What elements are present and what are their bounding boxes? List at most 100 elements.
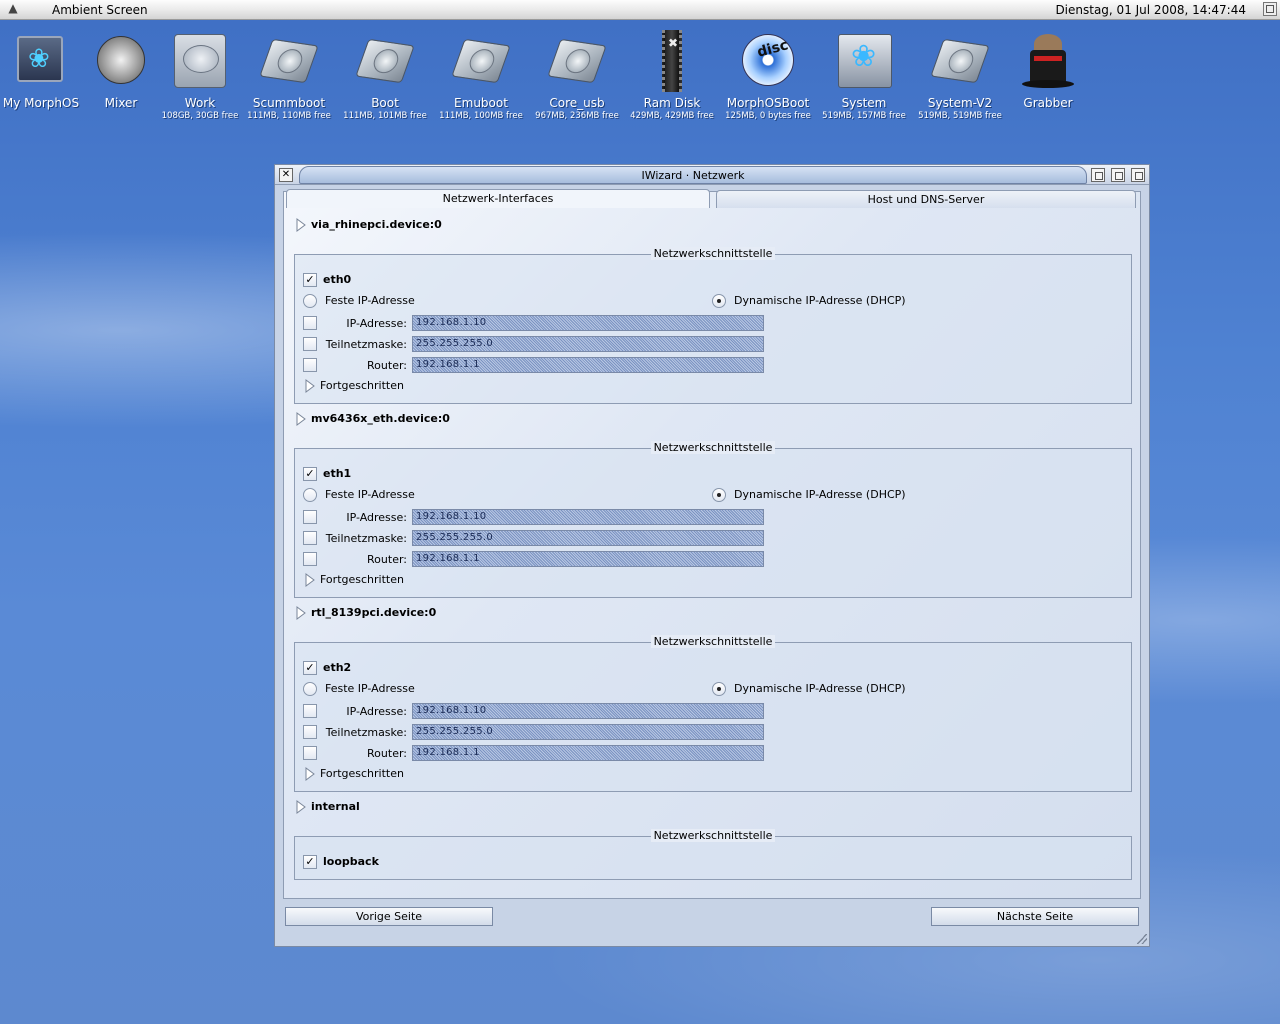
mask-label: Teilnetzmaske: xyxy=(325,338,407,351)
previous-page-button[interactable]: Vorige Seite xyxy=(285,907,493,926)
desktop-icon-grabber[interactable]: Grabber xyxy=(1000,28,1096,111)
expand-triangle-icon xyxy=(305,767,315,781)
screen-titlebar: ▲ Ambient Screen Dienstag, 01 Jul 2008, … xyxy=(0,0,1280,20)
top-hat-icon xyxy=(1022,50,1074,88)
iface-name: eth0 xyxy=(323,273,352,286)
ip-label: IP-Adresse: xyxy=(346,705,407,718)
expand-triangle-icon xyxy=(305,573,315,587)
ip-label: IP-Adresse: xyxy=(346,317,407,330)
static-ip-radio[interactable] xyxy=(303,294,317,308)
group-title: Netzwerkschnittstelle xyxy=(650,441,776,454)
drive-icon xyxy=(451,38,511,84)
window-content: Netzwerk-Interfaces Host und DNS-Server … xyxy=(283,189,1141,899)
dhcp-label: Dynamische IP-Adresse (DHCP) xyxy=(734,294,906,307)
computer-icon xyxy=(17,36,63,82)
desktop-icon-emuboot[interactable]: Emuboot 111MB, 100MB free xyxy=(433,28,529,122)
expand-triangle-icon[interactable] xyxy=(296,218,306,232)
iface-name: eth1 xyxy=(323,467,352,480)
ip-address-field[interactable]: 192.168.1.10 xyxy=(412,315,764,331)
desktop-icon-boot[interactable]: Boot 111MB, 101MB free xyxy=(337,28,433,122)
desktop-icon-core-usb[interactable]: Core_usb 967MB, 236MB free xyxy=(529,28,625,122)
expand-triangle-icon[interactable] xyxy=(296,412,306,426)
device-row-via-rhinepci[interactable]: via_rhinepci.device:0 xyxy=(296,218,442,232)
group-title: Netzwerkschnittstelle xyxy=(650,829,776,842)
window-iconify-button[interactable] xyxy=(1091,168,1105,182)
router-label: Router: xyxy=(367,747,407,760)
netmask-field[interactable]: 255.255.255.0 xyxy=(412,724,764,740)
harddisk-icon xyxy=(174,34,226,88)
device-row-rtl-8139pci[interactable]: rtl_8139pci.device:0 xyxy=(296,606,436,620)
mixer-knob-icon xyxy=(97,36,145,84)
window-title: IWizard · Netzwerk xyxy=(299,166,1087,184)
drive-icon xyxy=(259,38,319,84)
cd-disc-icon xyxy=(742,34,794,86)
router-label: Router: xyxy=(367,359,407,372)
router-field[interactable]: 192.168.1.1 xyxy=(412,745,764,761)
desktop-icon-ram-disk[interactable]: Ram Disk 429MB, 429MB free xyxy=(624,28,720,122)
group-title: Netzwerkschnittstelle xyxy=(650,635,776,648)
enable-eth0-checkbox[interactable]: ✓ xyxy=(303,273,317,287)
static-ip-label: Feste IP-Adresse xyxy=(325,682,415,695)
ip-address-field[interactable]: 192.168.1.10 xyxy=(412,703,764,719)
group-title: Netzwerkschnittstelle xyxy=(650,247,776,260)
mask-label: Teilnetzmaske: xyxy=(325,532,407,545)
tab-netzwerk-interfaces[interactable]: Netzwerk-Interfaces xyxy=(286,189,710,208)
screen-clock: Dienstag, 01 Jul 2008, 14:47:44 xyxy=(1055,3,1246,17)
expand-triangle-icon[interactable] xyxy=(296,606,306,620)
device-row-internal[interactable]: internal xyxy=(296,800,360,814)
interface-group-loopback: Netzwerkschnittstelle ✓ loopback xyxy=(294,829,1132,880)
drive-icon xyxy=(930,38,990,84)
dhcp-radio[interactable] xyxy=(712,294,726,308)
window-zoom-button[interactable] xyxy=(1111,168,1125,182)
window-titlebar[interactable]: ✕ IWizard · Netzwerk xyxy=(275,165,1149,185)
iwizard-window: ✕ IWizard · Netzwerk Netzwerk-Interfaces… xyxy=(274,164,1150,947)
window-resize-handle[interactable] xyxy=(1137,934,1147,944)
tab-host-dns-server[interactable]: Host und DNS-Server xyxy=(716,190,1136,208)
advanced-toggle[interactable]: Fortgeschritten xyxy=(305,573,404,589)
enable-eth1-checkbox[interactable]: ✓ xyxy=(303,467,317,481)
dhcp-radio[interactable] xyxy=(712,682,726,696)
mask-label: Teilnetzmaske: xyxy=(325,726,407,739)
desktop-icon-system[interactable]: System 519MB, 157MB free xyxy=(816,28,912,122)
advanced-toggle[interactable]: Fortgeschritten xyxy=(305,379,404,395)
desktop-icon-work[interactable]: Work 108GB, 30GB free xyxy=(152,28,248,122)
device-row-mv6436x-eth[interactable]: mv6436x_eth.device:0 xyxy=(296,412,450,426)
screen-depth-gadget-icon[interactable] xyxy=(1263,2,1277,16)
ip-label: IP-Adresse: xyxy=(346,511,407,524)
interface-group-eth2: Netzwerkschnittstelle ✓ eth2 Feste IP-Ad… xyxy=(294,635,1132,792)
desktop-icon-system-v2[interactable]: System-V2 519MB, 519MB free xyxy=(912,28,1008,122)
interface-group-eth0: Netzwerkschnittstelle ✓ eth0 Feste IP-Ad… xyxy=(294,247,1132,404)
system-drive-icon xyxy=(838,34,892,88)
ip-address-field[interactable]: 192.168.1.10 xyxy=(412,509,764,525)
next-page-button[interactable]: Nächste Seite xyxy=(931,907,1139,926)
window-close-button[interactable]: ✕ xyxy=(279,168,293,182)
iface-name: eth2 xyxy=(323,661,352,674)
enable-eth2-checkbox[interactable]: ✓ xyxy=(303,661,317,675)
dhcp-radio[interactable] xyxy=(712,488,726,502)
static-ip-label: Feste IP-Adresse xyxy=(325,488,415,501)
static-ip-label: Feste IP-Adresse xyxy=(325,294,415,307)
advanced-toggle[interactable]: Fortgeschritten xyxy=(305,767,404,783)
router-field[interactable]: 192.168.1.1 xyxy=(412,551,764,567)
desktop-icon-scummboot[interactable]: Scummboot 111MB, 110MB free xyxy=(241,28,337,122)
ram-chip-icon xyxy=(662,30,682,92)
dhcp-label: Dynamische IP-Adresse (DHCP) xyxy=(734,488,906,501)
screen-title: Ambient Screen xyxy=(52,3,148,17)
expand-triangle-icon xyxy=(305,379,315,393)
interface-group-eth1: Netzwerkschnittstelle ✓ eth1 Feste IP-Ad… xyxy=(294,441,1132,598)
drive-icon xyxy=(355,38,415,84)
static-ip-radio[interactable] xyxy=(303,682,317,696)
dhcp-label: Dynamische IP-Adresse (DHCP) xyxy=(734,682,906,695)
netmask-field[interactable]: 255.255.255.0 xyxy=(412,336,764,352)
morphos-logo-icon[interactable]: ▲ xyxy=(4,1,22,17)
iface-name: loopback xyxy=(323,855,379,868)
drive-icon xyxy=(547,38,607,84)
static-ip-radio[interactable] xyxy=(303,488,317,502)
router-field[interactable]: 192.168.1.1 xyxy=(412,357,764,373)
router-label: Router: xyxy=(367,553,407,566)
window-depth-button[interactable] xyxy=(1131,168,1145,182)
expand-triangle-icon[interactable] xyxy=(296,800,306,814)
enable-loopback-checkbox[interactable]: ✓ xyxy=(303,855,317,869)
netmask-field[interactable]: 255.255.255.0 xyxy=(412,530,764,546)
desktop-icon-morphosboot[interactable]: MorphOSBoot 125MB, 0 bytes free xyxy=(720,28,816,122)
